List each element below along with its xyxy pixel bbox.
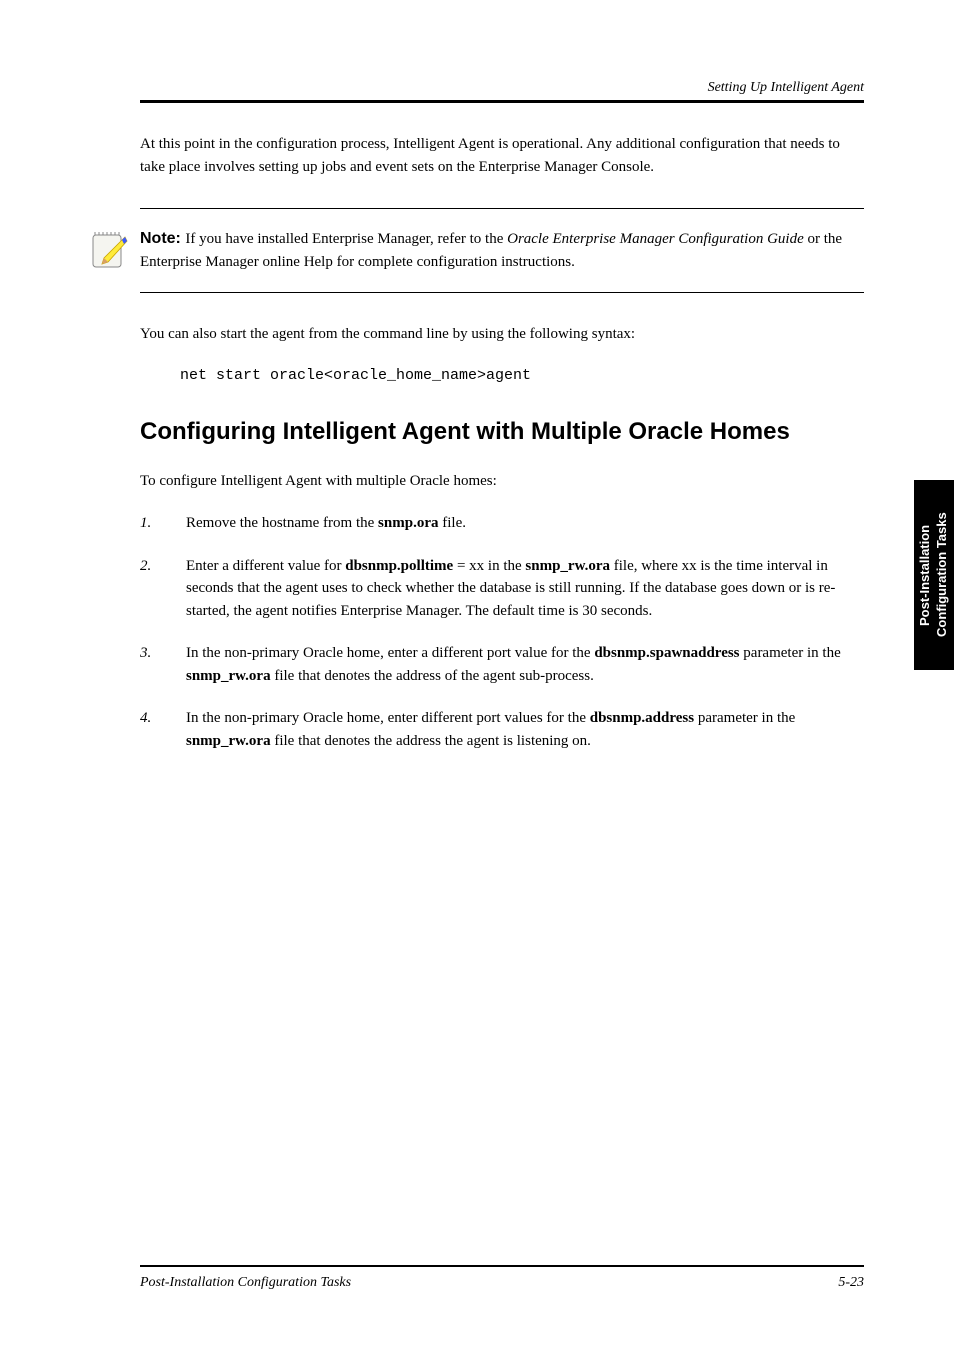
step-number: 2. — [140, 555, 186, 623]
step: 2.Enter a different value for dbsnmp.pol… — [140, 555, 864, 623]
step: 4.In the non-primary Oracle home, enter … — [140, 707, 864, 752]
side-tab: Post-Installation Configuration Tasks — [914, 480, 954, 670]
footer-left: Post-Installation Configuration Tasks — [140, 1275, 351, 1291]
footer-rule — [140, 1265, 864, 1267]
step-number: 4. — [140, 707, 186, 752]
note-body-1: If you have installed Enterprise Manager… — [185, 231, 507, 247]
step-body: In the non-primary Oracle home, enter a … — [186, 642, 864, 687]
step-body: Enter a different value for dbsnmp.pollt… — [186, 555, 864, 623]
paragraph: You can also start the agent from the co… — [140, 323, 864, 346]
note-icon — [90, 227, 140, 271]
header-rule — [140, 100, 864, 103]
step: 3.In the non-primary Oracle home, enter … — [140, 642, 864, 687]
step-body: Remove the hostname from the snmp.ora fi… — [186, 512, 864, 535]
step-number: 1. — [140, 512, 186, 535]
footer-right: 5-23 — [838, 1275, 864, 1291]
step-body: In the non-primary Oracle home, enter di… — [186, 707, 864, 752]
section-heading: Configuring Intelligent Agent with Multi… — [140, 418, 864, 446]
note-rule-top — [140, 208, 864, 209]
step-number: 3. — [140, 642, 186, 687]
step: 1.Remove the hostname from the snmp.ora … — [140, 512, 864, 535]
code-line: net start oracle<oracle_home_name>agent — [180, 365, 864, 388]
paragraph: At this point in the configuration proce… — [140, 133, 864, 178]
note-text: Note: If you have installed Enterprise M… — [140, 227, 864, 274]
note-label: Note: — [140, 230, 185, 247]
section-intro: To configure Intelligent Agent with mult… — [140, 470, 864, 493]
note-rule-bottom — [140, 292, 864, 293]
note-block: Note: If you have installed Enterprise M… — [140, 208, 864, 293]
page-footer: Post-Installation Configuration Tasks 5-… — [90, 1265, 864, 1291]
note-cite: Oracle Enterprise Manager Configuration … — [507, 231, 804, 247]
breadcrumb: Setting Up Intelligent Agent — [140, 80, 864, 96]
